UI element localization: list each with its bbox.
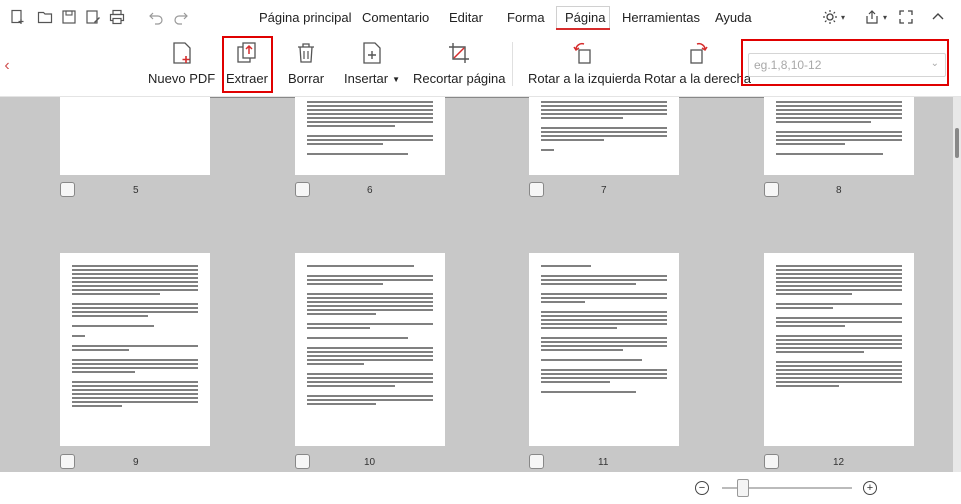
print-icon[interactable] bbox=[109, 9, 125, 25]
chevron-down-icon[interactable]: ⌄ bbox=[931, 58, 939, 69]
zoom-slider-thumb[interactable] bbox=[737, 479, 749, 497]
page-number-6: 6 bbox=[367, 185, 373, 196]
rotar-derecha-button[interactable]: Rotar a la derecha bbox=[644, 33, 751, 95]
page-number-10: 10 bbox=[364, 457, 376, 468]
active-tab-underline bbox=[556, 28, 610, 30]
page-thumbnail-9[interactable] bbox=[60, 253, 210, 446]
rotar-izquierda-label: Rotar a la izquierda bbox=[528, 71, 641, 86]
borrar-button[interactable]: Borrar bbox=[288, 33, 324, 95]
page-range-field[interactable]: ⌄ bbox=[748, 53, 946, 77]
page-number-5: 5 bbox=[133, 185, 139, 196]
page-thumbnail-12[interactable] bbox=[764, 253, 914, 446]
rotar-derecha-label: Rotar a la derecha bbox=[644, 71, 751, 86]
page-number-8: 8 bbox=[836, 185, 842, 196]
page-thumbnail-5[interactable] bbox=[60, 97, 210, 175]
ribbon-divider bbox=[512, 42, 513, 86]
extract-highlight-box bbox=[222, 36, 273, 93]
edit-save-icon[interactable] bbox=[85, 9, 101, 25]
fullscreen-icon[interactable] bbox=[898, 9, 914, 25]
page-checkbox-12[interactable] bbox=[764, 454, 779, 469]
insert-page-icon bbox=[363, 42, 381, 64]
page-checkbox-5[interactable] bbox=[60, 182, 75, 197]
theme-dropdown-icon[interactable]: ▾ bbox=[838, 9, 848, 25]
page-checkbox-10[interactable] bbox=[295, 454, 310, 469]
chevron-left-icon[interactable]: ‹ bbox=[0, 38, 14, 94]
insertar-button[interactable]: Insertar ▼ bbox=[344, 33, 400, 95]
menu-forma[interactable]: Forma bbox=[507, 10, 545, 25]
page-checkbox-9[interactable] bbox=[60, 454, 75, 469]
recortar-pagina-button[interactable]: Recortar página bbox=[413, 33, 506, 95]
borrar-label: Borrar bbox=[288, 71, 325, 86]
page-number-12: 12 bbox=[833, 457, 845, 468]
menu-pagina-principal[interactable]: Página principal bbox=[259, 10, 352, 25]
menu-editar[interactable]: Editar bbox=[449, 10, 483, 25]
page-thumbnail-11[interactable] bbox=[529, 253, 679, 446]
scrollbar-thumb[interactable] bbox=[955, 128, 959, 158]
page-checkbox-8[interactable] bbox=[764, 182, 779, 197]
page-checkbox-11[interactable] bbox=[529, 454, 544, 469]
menu-pagina[interactable]: Página bbox=[565, 10, 605, 25]
insertar-dropdown-icon: ▼ bbox=[392, 75, 400, 85]
undo-icon[interactable] bbox=[148, 9, 164, 25]
zoom-in-button[interactable]: + bbox=[863, 481, 877, 495]
page-range-input[interactable] bbox=[749, 54, 919, 76]
crop-icon bbox=[449, 43, 470, 63]
rotar-izquierda-button[interactable]: Rotar a la izquierda bbox=[528, 33, 641, 95]
top-menu-bar: Página principal Comentario Editar Forma… bbox=[0, 0, 961, 33]
rotate-left-icon bbox=[573, 42, 592, 64]
page-thumbnail-6[interactable] bbox=[295, 97, 445, 175]
menu-comentario[interactable]: Comentario bbox=[362, 10, 429, 25]
recortar-label: Recortar página bbox=[413, 71, 506, 86]
page-thumbnail-7[interactable] bbox=[529, 97, 679, 175]
page-number-9: 9 bbox=[133, 457, 139, 468]
share-icon[interactable] bbox=[864, 9, 880, 25]
zoom-out-button[interactable]: − bbox=[695, 481, 709, 495]
page-number-11: 11 bbox=[598, 457, 609, 468]
rotate-right-icon bbox=[690, 42, 709, 64]
open-folder-icon[interactable] bbox=[37, 9, 53, 25]
trash-icon bbox=[298, 43, 315, 63]
page-thumbnail-8[interactable] bbox=[764, 97, 914, 175]
insertar-label: Insertar bbox=[344, 71, 389, 86]
page-checkbox-7[interactable] bbox=[529, 182, 544, 197]
page-number-7: 7 bbox=[601, 185, 607, 196]
nuevo-pdf-button[interactable]: Nuevo PDF bbox=[148, 33, 215, 95]
nuevo-pdf-label: Nuevo PDF bbox=[148, 71, 216, 86]
redo-icon[interactable] bbox=[173, 9, 189, 25]
new-pdf-icon bbox=[172, 42, 191, 64]
page-thumbnail-10[interactable] bbox=[295, 253, 445, 446]
theme-icon[interactable] bbox=[822, 9, 838, 25]
share-dropdown-icon[interactable]: ▾ bbox=[880, 9, 890, 25]
menu-herramientas[interactable]: Herramientas bbox=[622, 10, 700, 25]
new-file-icon[interactable] bbox=[10, 9, 26, 25]
collapse-ribbon-icon[interactable] bbox=[930, 9, 946, 25]
page-checkbox-6[interactable] bbox=[295, 182, 310, 197]
save-icon[interactable] bbox=[61, 9, 77, 25]
menu-ayuda[interactable]: Ayuda bbox=[715, 10, 752, 25]
